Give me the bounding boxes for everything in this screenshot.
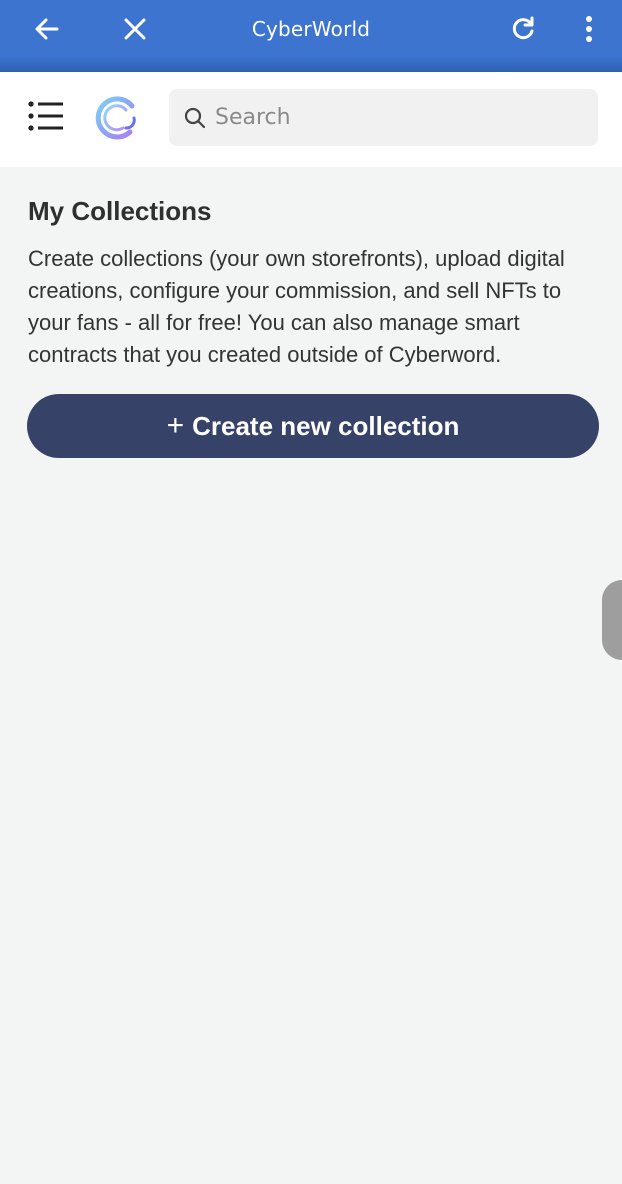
- collections-section: My Collections Create collections (your …: [28, 190, 598, 371]
- top-bar-edge: [0, 57, 622, 72]
- search-icon: [184, 107, 206, 128]
- close-button[interactable]: [114, 0, 156, 57]
- page-title: My Collections: [28, 196, 212, 226]
- back-button[interactable]: [26, 0, 68, 57]
- page-description: Create collections (your own storefronts…: [28, 246, 565, 367]
- site-header: [0, 72, 622, 167]
- refresh-button[interactable]: [502, 0, 544, 57]
- search-bar[interactable]: [169, 89, 598, 146]
- plus-icon: +: [166, 409, 185, 442]
- cyberworld-logo[interactable]: [90, 92, 142, 144]
- close-icon: [124, 18, 146, 39]
- app-top-bar: CyberWorld: [0, 0, 622, 57]
- more-button[interactable]: [572, 0, 606, 57]
- more-vertical-icon: [586, 15, 592, 42]
- floating-side-handle[interactable]: [602, 580, 622, 660]
- list-menu-icon[interactable]: [28, 100, 64, 132]
- create-collection-button[interactable]: + Create new collection: [27, 394, 599, 458]
- search-input[interactable]: [215, 105, 575, 130]
- refresh-icon: [512, 16, 534, 39]
- arrow-left-icon: [35, 18, 59, 39]
- create-collection-label: Create new collection: [192, 410, 460, 441]
